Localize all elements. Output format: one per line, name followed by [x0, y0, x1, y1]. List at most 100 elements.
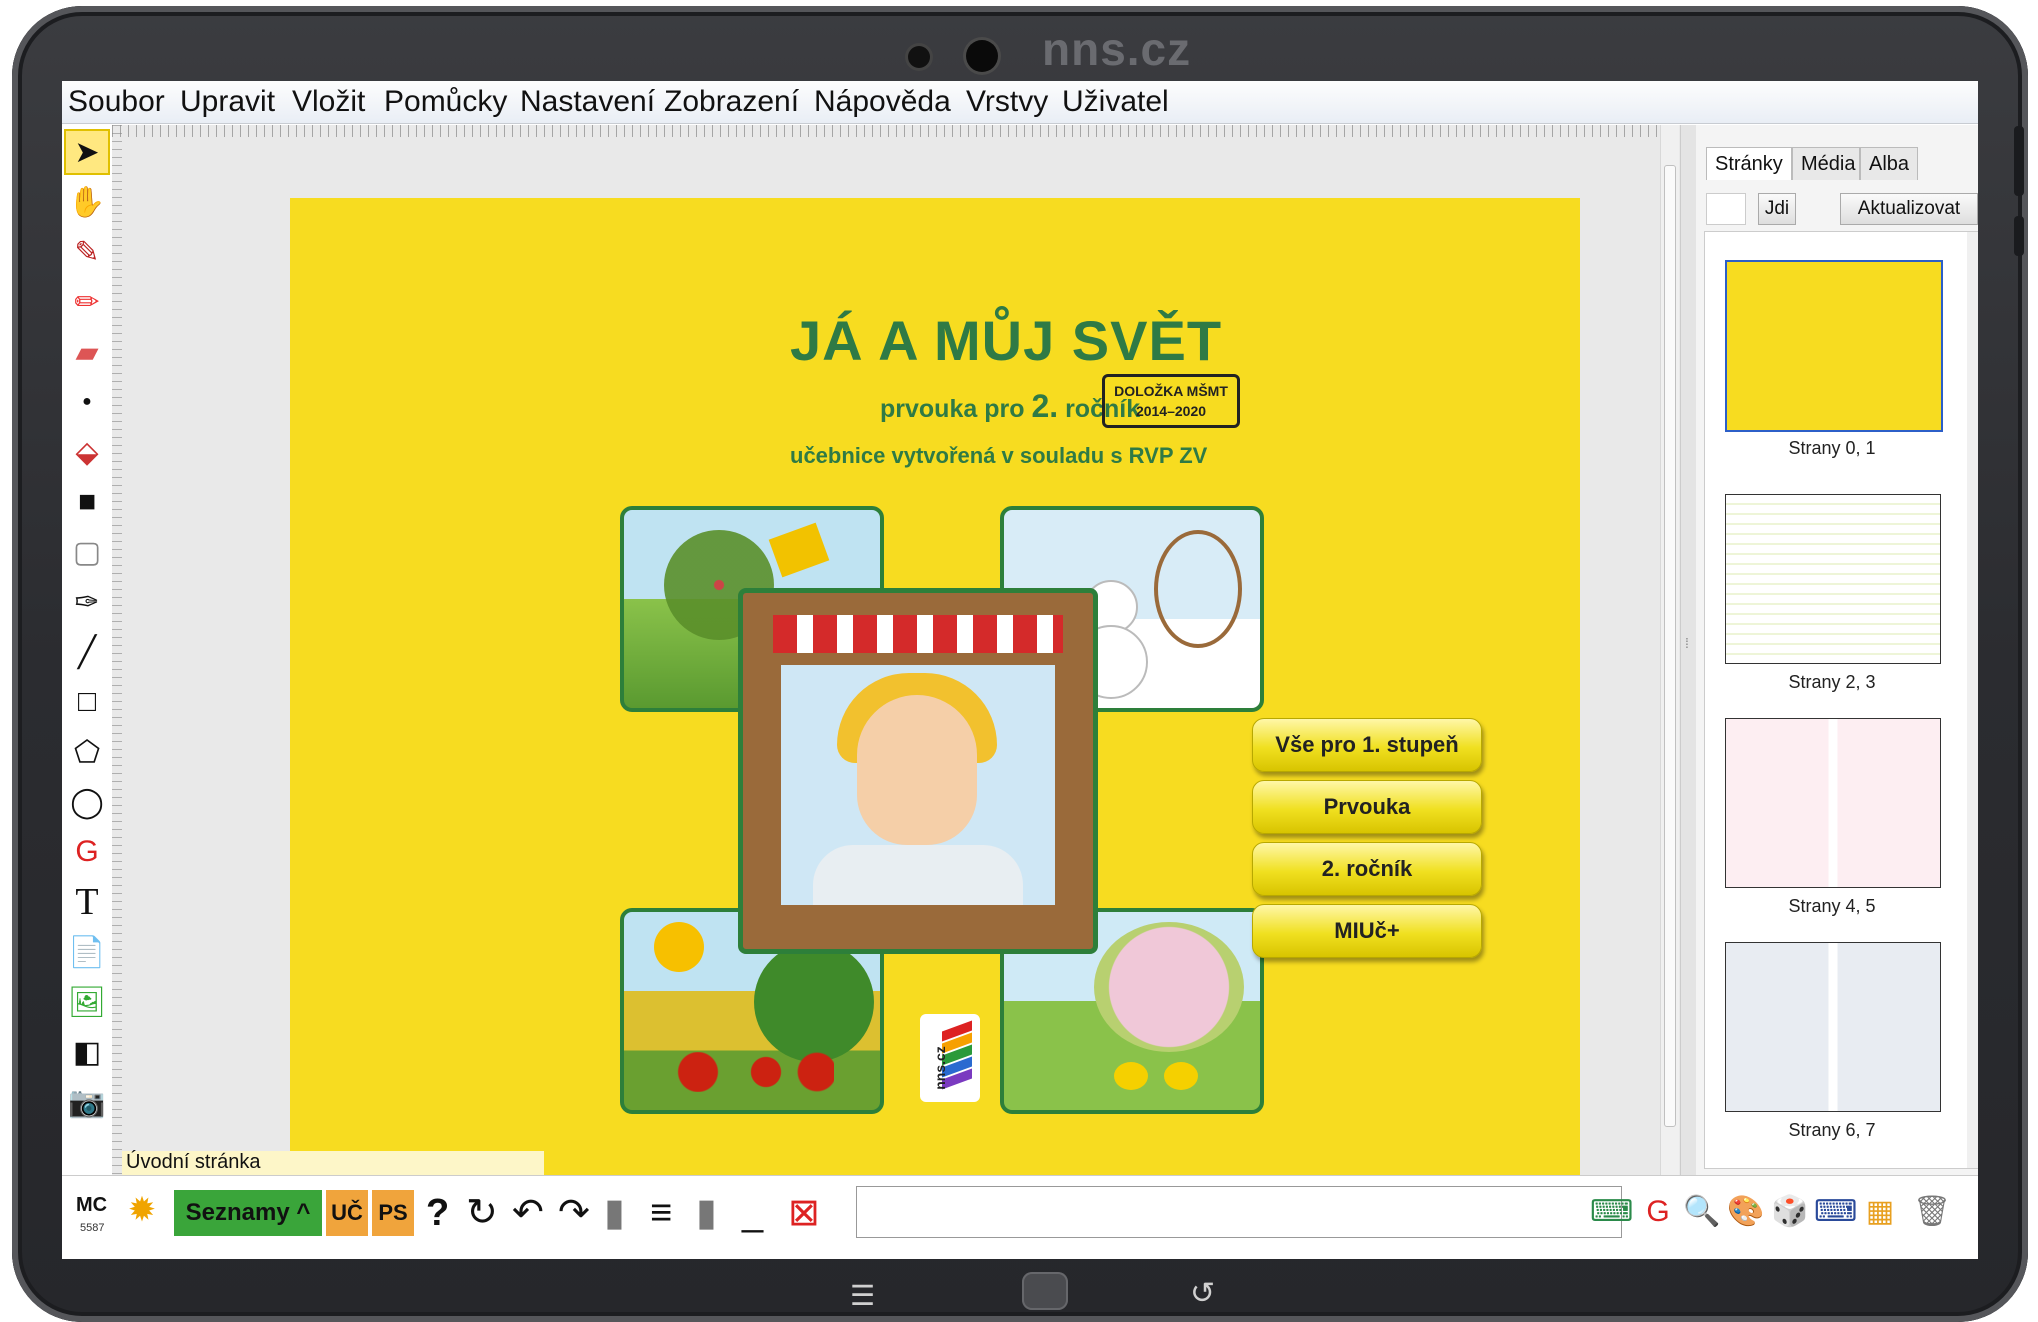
keyboard-screen-icon[interactable]: ⌨	[1590, 1190, 1633, 1234]
menu-lines-icon[interactable]: ≡	[650, 1190, 672, 1236]
frame-square-icon[interactable]: ▢	[66, 531, 108, 573]
approval-stamp: DOLOŽKA MŠMT 2014–2020	[1102, 374, 1240, 428]
subtitle-number: 2.	[1031, 388, 1059, 424]
thumbnail-scrollbar[interactable]	[1967, 232, 1978, 1168]
bare-tree-shape	[1154, 530, 1242, 648]
camera-lens-icon	[966, 40, 998, 72]
menu-item-nastaveni[interactable]: Nastavení	[520, 85, 655, 119]
scroll-thumb[interactable]	[1664, 165, 1676, 1127]
app-screen: Soubor Upravit Vložit Pomůcky Nastavení …	[62, 81, 1978, 1259]
ic-icon[interactable]: ◧	[66, 1031, 108, 1073]
link-button-rocnik[interactable]: 2. ročník	[1252, 842, 1482, 896]
window-view	[781, 665, 1055, 905]
tree-shape	[754, 942, 874, 1062]
thumbnail-page[interactable]	[1725, 718, 1941, 888]
link-button-miuc[interactable]: MIUč+	[1252, 904, 1482, 958]
uc-button[interactable]: UČ	[326, 1190, 368, 1236]
filled-square-icon[interactable]: ■	[66, 481, 108, 523]
search-zoom-icon[interactable]: 🔍	[1682, 1190, 1722, 1234]
dot-icon[interactable]: ●	[66, 381, 108, 423]
menu-bar: Soubor Upravit Vložit Pomůcky Nastavení …	[62, 81, 1978, 124]
menu-item-uzivatel[interactable]: Uživatel	[1062, 85, 1169, 119]
thumbnail-label: Strany 2, 3	[1788, 672, 1876, 692]
polygon-icon[interactable]: ⬠	[66, 731, 108, 773]
trash-icon[interactable]: 🗑	[1912, 1190, 1952, 1234]
line-icon[interactable]: ╱	[66, 631, 108, 673]
refresh-button[interactable]: Aktualizovat	[1840, 193, 1978, 225]
girl-face-shape	[857, 695, 977, 845]
thumbnail-label: Strany 6, 7	[1788, 1120, 1876, 1140]
menu-item-upravit[interactable]: Upravit	[180, 85, 275, 119]
side-button[interactable]	[2014, 216, 2024, 256]
geogebra-icon[interactable]: G	[1638, 1190, 1678, 1234]
sun-icon[interactable]: ✹	[122, 1190, 162, 1230]
tab-alba[interactable]: Alba	[1860, 147, 1918, 180]
link-button-vse-pro-1-stupen[interactable]: Vše pro 1. stupeň	[1252, 718, 1482, 772]
mc-label[interactable]: MC	[76, 1194, 107, 1217]
back-nav-icon[interactable]: ↺	[1190, 1276, 1215, 1311]
tab-stranky[interactable]: Stránky	[1706, 147, 1792, 180]
thumbnail-list[interactable]: Strany 0, 1 Strany 2, 3 Strany 4, 5 Stra…	[1704, 231, 1978, 1169]
thumbnail-page[interactable]	[1725, 942, 1941, 1112]
tool-palette: ➤ ✋ ✎ ✏ ▰ ● ⬙ ■ ▢ ✑ ╱ □ ⬠ ◯ G T 📄 🖼 ◧ 📷	[62, 125, 113, 1175]
geogebra-icon[interactable]: G	[66, 831, 108, 873]
canvas-area[interactable]: JÁ A MŮJ SVĚT prvouka pro 2. ročník DOLO…	[112, 125, 1700, 1208]
menu-item-soubor[interactable]: Soubor	[68, 85, 165, 119]
home-nav-button[interactable]	[1022, 1272, 1068, 1310]
palette-icon[interactable]: 🎨	[1726, 1190, 1766, 1234]
page-title: JÁ A MŮJ SVĚT	[790, 309, 1223, 372]
close-icon[interactable]: ⊠	[788, 1190, 820, 1236]
ruler-left	[112, 125, 122, 1175]
left-panel-icon[interactable]: ▮	[604, 1190, 625, 1236]
side-button[interactable]	[2014, 126, 2024, 196]
minimize-icon[interactable]: _	[742, 1190, 763, 1236]
command-input[interactable]	[856, 1186, 1622, 1238]
eyedropper-icon[interactable]: ✑	[66, 581, 108, 623]
thumbnail-label: Strany 4, 5	[1788, 896, 1876, 916]
camera-icon[interactable]: 📷	[66, 1081, 108, 1123]
thumbnail-page[interactable]	[1725, 260, 1943, 432]
menu-item-napoveda[interactable]: Nápověda	[814, 85, 951, 119]
window-illustration	[738, 588, 1098, 954]
menu-nav-icon[interactable]: ☰	[850, 1279, 875, 1312]
poppies-shape	[664, 1052, 834, 1092]
page-canvas[interactable]: JÁ A MŮJ SVĚT prvouka pro 2. ročník DOLO…	[290, 198, 1580, 1208]
hand-icon[interactable]: ✋	[66, 181, 108, 223]
help-icon[interactable]: ?	[426, 1190, 449, 1236]
dice-icon[interactable]: 🎲	[1770, 1190, 1810, 1234]
subtitle-pre: prvouka pro	[880, 395, 1025, 423]
keyboard-icon[interactable]: ⌨	[1814, 1190, 1857, 1234]
calculator-icon[interactable]: ▦	[1860, 1190, 1900, 1234]
page-number-input[interactable]	[1706, 193, 1746, 225]
page-name-label: Úvodní stránka	[122, 1151, 544, 1177]
sensor-icon	[908, 46, 930, 68]
redo-icon[interactable]: ↷	[558, 1190, 590, 1236]
undo-icon[interactable]: ↶	[512, 1190, 544, 1236]
eraser-icon[interactable]: ▰	[66, 331, 108, 373]
ellipse-icon[interactable]: ◯	[66, 781, 108, 823]
add-image-icon[interactable]: 🖼	[66, 981, 108, 1023]
pointer-icon[interactable]: ➤	[64, 129, 110, 175]
link-button-prvouka[interactable]: Prvouka	[1252, 780, 1482, 834]
thumbnail-label: Strany 0, 1	[1788, 438, 1876, 458]
refresh-icon[interactable]: ↻	[466, 1190, 498, 1236]
right-panel-icon[interactable]: ▮	[696, 1190, 717, 1236]
text-icon[interactable]: T	[66, 881, 108, 923]
menu-item-zobrazeni[interactable]: Zobrazení	[664, 85, 799, 119]
menu-item-vlozit[interactable]: Vložit	[292, 85, 365, 119]
go-button[interactable]: Jdi	[1758, 193, 1796, 225]
menu-item-pomucky[interactable]: Pomůcky	[384, 85, 507, 119]
fill-bucket-icon[interactable]: ⬙	[66, 431, 108, 473]
pages-panel: Stránky Média Alba Jdi Aktualizovat Stra…	[1696, 125, 1978, 1175]
publisher-logo[interactable]: nns.cz	[920, 1014, 980, 1102]
tab-media[interactable]: Média	[1792, 147, 1860, 180]
highlighter-icon[interactable]: ✏	[66, 281, 108, 323]
thumbnail-page[interactable]	[1725, 494, 1941, 664]
add-page-icon[interactable]: 📄	[66, 931, 108, 973]
vertical-scrollbar[interactable]	[1660, 125, 1679, 1175]
ps-button[interactable]: PS	[372, 1190, 414, 1236]
menu-item-vrstvy[interactable]: Vrstvy	[966, 85, 1048, 119]
rectangle-icon[interactable]: □	[66, 681, 108, 723]
pen-icon[interactable]: ✎	[66, 231, 108, 273]
seznamy-button[interactable]: Seznamy ^	[174, 1190, 322, 1236]
